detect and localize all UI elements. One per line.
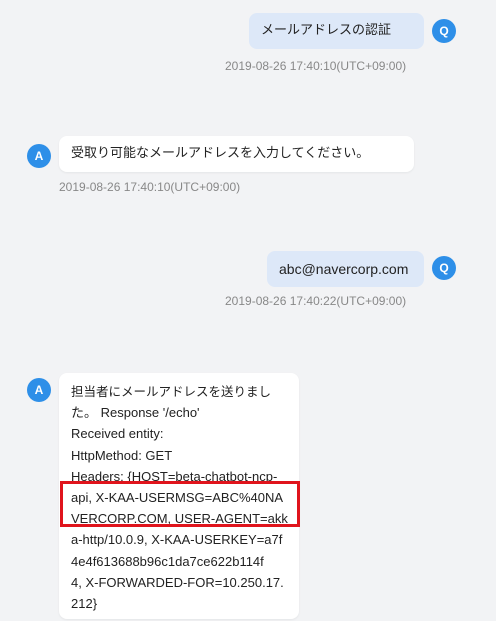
message-line: 4, X-FORWARDED-FOR=10.250.17.	[71, 574, 284, 590]
bot-avatar: A	[27, 144, 51, 168]
message-line: た。 Response '/echo'	[71, 405, 200, 421]
message-timestamp: 2019-08-26 17:40:10(UTC+09:00)	[59, 180, 241, 194]
message-text: 受取り可能なメールアドレスを入力してください。	[71, 146, 370, 161]
user-message-bubble: abc@navercorp.com	[267, 251, 424, 287]
message-line: Received entity:	[71, 426, 164, 442]
message-line: 4e4f613688b96c1da7ce622b114f	[71, 553, 264, 569]
message-timestamp: 2019-08-26 17:40:10(UTC+09:00)	[225, 59, 407, 73]
message-text: abc@navercorp.com	[279, 261, 409, 277]
user-avatar: Q	[432, 256, 456, 280]
bot-message-bubble: 受取り可能なメールアドレスを入力してください。	[59, 136, 414, 172]
highlight-box	[60, 481, 300, 527]
user-message-bubble: メールアドレスの認証	[249, 13, 424, 49]
message-line: 担当者にメールアドレスを送りまし	[71, 384, 272, 399]
message-line: 212}	[71, 596, 98, 612]
user-avatar: Q	[432, 19, 456, 43]
message-text: メールアドレスの認証	[261, 23, 392, 38]
message-line: a-http/10.0.9, X-KAA-USERKEY=a7f	[71, 532, 283, 548]
bot-avatar: A	[27, 378, 51, 402]
message-timestamp: 2019-08-26 17:40:22(UTC+09:00)	[225, 294, 407, 308]
message-line: HttpMethod: GET	[71, 447, 173, 463]
